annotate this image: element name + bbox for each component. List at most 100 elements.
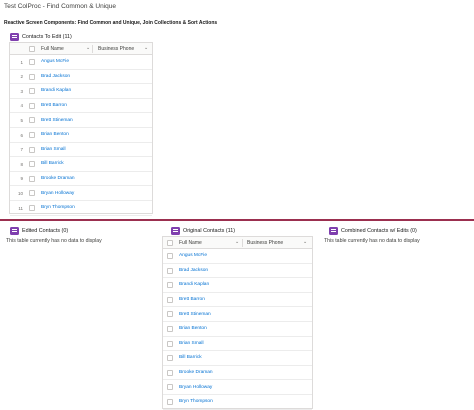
full-name-link[interactable]: Brett Barron [179, 297, 205, 302]
combined-contacts-header: Combined Contacts w/ Edits (0) [329, 226, 417, 235]
full-name-link[interactable]: Brian Small [41, 147, 66, 152]
row-number: 7 [20, 147, 23, 153]
row-checkbox[interactable] [167, 282, 173, 289]
table-row[interactable]: 10 Bryan Holloway [10, 186, 152, 201]
row-checkbox[interactable] [29, 117, 35, 124]
table-row[interactable]: 3 Brandi Kaplan [10, 84, 152, 99]
table-row[interactable]: 9 Brooke Draman [10, 172, 152, 187]
table-row[interactable]: Brian Small [163, 337, 312, 352]
select-all-checkbox[interactable] [167, 240, 173, 246]
contacts-object-icon [10, 226, 19, 235]
contacts-object-icon [10, 32, 19, 41]
chevron-down-icon[interactable]: ⌄ [144, 46, 148, 51]
row-checkbox[interactable] [29, 190, 35, 197]
table-row[interactable]: 11 Bryn Thompson [10, 201, 152, 216]
table-row[interactable]: Angus McFie [163, 249, 312, 264]
table-row[interactable]: 4 Brett Barron [10, 99, 152, 114]
contacts-object-icon [329, 226, 338, 235]
original-contacts-header: Original Contacts (11) [171, 226, 235, 235]
full-name-link[interactable]: Brian Benton [179, 326, 207, 331]
row-number: 10 [17, 190, 23, 196]
full-name-link[interactable]: Bryan Holloway [179, 385, 212, 390]
original-contacts-table: Full Name ⌄ Business Phone ⌄ Angus McFie… [162, 236, 313, 410]
select-all-checkbox[interactable] [29, 46, 35, 52]
table-row[interactable]: Brooke Draman [163, 366, 312, 381]
table-row[interactable]: Brandi Kaplan [163, 278, 312, 293]
chevron-down-icon[interactable]: ⌄ [303, 240, 307, 245]
full-name-link[interactable]: Brad Jackson [179, 268, 208, 273]
full-name-link[interactable]: Brooke Draman [41, 176, 75, 181]
table-row[interactable]: Brett Stineman [163, 307, 312, 322]
table-row[interactable]: Brett Barron [163, 293, 312, 308]
table-row[interactable]: 6 Brian Benton [10, 128, 152, 143]
edited-contacts-title: Edited Contacts (0) [22, 227, 69, 234]
column-header-business-phone[interactable]: Business Phone [247, 240, 283, 246]
table-header: Full Name ⌄ Business Phone ⌄ [10, 43, 152, 55]
row-number: 8 [20, 161, 23, 167]
row-number: 11 [18, 205, 23, 211]
full-name-link[interactable]: Brad Jackson [41, 74, 70, 79]
row-checkbox[interactable] [29, 102, 35, 109]
edited-empty-message: This table currently has no data to disp… [6, 238, 102, 244]
full-name-link[interactable]: Angus McFie [179, 253, 207, 258]
row-checkbox[interactable] [167, 267, 173, 274]
table-row[interactable]: 2 Brad Jackson [10, 70, 152, 85]
contacts-to-edit-title: Contacts To Edit (11) [22, 33, 72, 40]
row-checkbox[interactable] [167, 369, 173, 376]
row-checkbox[interactable] [29, 161, 35, 168]
row-number: 3 [20, 88, 23, 94]
column-divider[interactable] [242, 239, 243, 247]
full-name-link[interactable]: Brandi Kaplan [41, 88, 71, 93]
row-checkbox[interactable] [167, 384, 173, 391]
row-checkbox[interactable] [167, 340, 173, 347]
row-checkbox[interactable] [167, 399, 173, 405]
table-row[interactable]: 8 Bill Barrick [10, 157, 152, 172]
row-checkbox[interactable] [167, 253, 173, 259]
full-name-link[interactable]: Brian Small [179, 341, 204, 346]
contacts-object-icon [171, 226, 180, 235]
full-name-link[interactable]: Angus McFie [41, 59, 69, 64]
full-name-link[interactable]: Brett Stineman [41, 118, 73, 123]
row-number: 6 [20, 132, 23, 138]
row-checkbox[interactable] [167, 326, 173, 332]
full-name-link[interactable]: Bill Barrick [179, 355, 202, 360]
contacts-to-edit-table: Full Name ⌄ Business Phone ⌄ 1 Angus McFi… [9, 42, 153, 216]
table-row[interactable]: Bryn Thompson [163, 395, 312, 410]
table-row[interactable]: 5 Brett Stineman [10, 113, 152, 128]
row-number: 2 [20, 74, 23, 80]
chevron-down-icon[interactable]: ⌄ [86, 46, 90, 51]
table-row[interactable]: 7 Brian Small [10, 143, 152, 158]
full-name-link[interactable]: Brian Benton [41, 132, 69, 137]
row-checkbox[interactable] [167, 296, 173, 303]
table-row[interactable]: Brad Jackson [163, 264, 312, 279]
section-divider [0, 219, 474, 221]
column-divider[interactable] [92, 45, 93, 53]
row-checkbox[interactable] [29, 73, 35, 80]
row-checkbox[interactable] [167, 355, 173, 362]
full-name-link[interactable]: Bill Barrick [41, 161, 64, 166]
table-row[interactable]: 1 Angus McFie [10, 55, 152, 70]
full-name-link[interactable]: Brandi Kaplan [179, 282, 209, 287]
table-row[interactable]: Bill Barrick [163, 351, 312, 366]
full-name-link[interactable]: Bryan Holloway [41, 191, 74, 196]
row-checkbox[interactable] [29, 132, 35, 138]
full-name-link[interactable]: Brooke Draman [179, 370, 213, 375]
full-name-link[interactable]: Bryn Thompson [41, 205, 75, 210]
column-header-business-phone[interactable]: Business Phone [98, 46, 134, 52]
full-name-link[interactable]: Bryn Thompson [179, 399, 213, 404]
full-name-link[interactable]: Brett Barron [41, 103, 67, 108]
row-checkbox[interactable] [29, 59, 35, 65]
table-row[interactable]: Brian Benton [163, 322, 312, 337]
row-checkbox[interactable] [29, 88, 35, 95]
column-header-full-name[interactable]: Full Name [41, 46, 64, 52]
row-checkbox[interactable] [167, 311, 173, 318]
full-name-link[interactable]: Brett Stineman [179, 312, 211, 317]
row-checkbox[interactable] [29, 175, 35, 182]
chevron-down-icon[interactable]: ⌄ [235, 240, 239, 245]
row-checkbox[interactable] [29, 205, 35, 211]
row-checkbox[interactable] [29, 146, 35, 153]
table-row[interactable]: Bryan Holloway [163, 380, 312, 395]
table-header: Full Name ⌄ Business Phone ⌄ [163, 237, 312, 249]
column-header-full-name[interactable]: Full Name [179, 240, 202, 246]
row-number: 9 [20, 176, 23, 182]
